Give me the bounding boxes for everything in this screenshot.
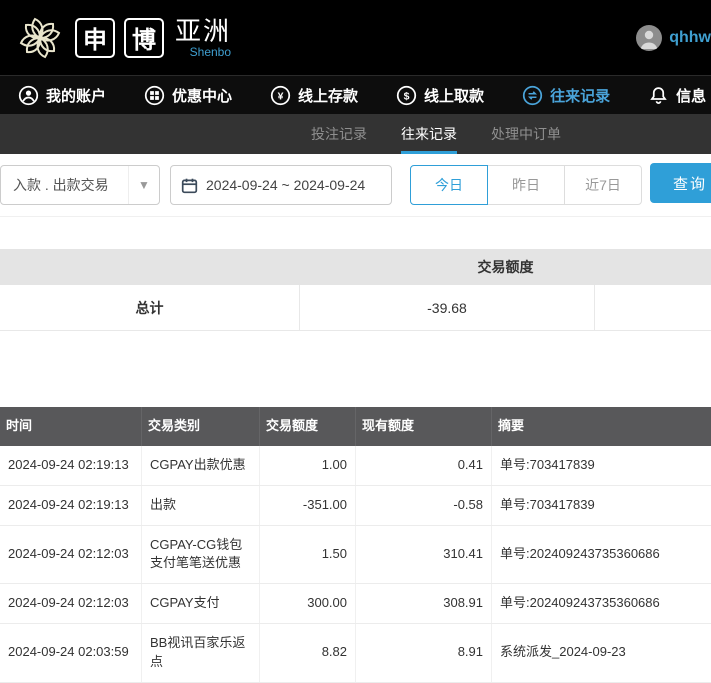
nav-item-messages[interactable]: 信息 xyxy=(648,85,706,106)
tab-processing-orders[interactable]: 处理中订单 xyxy=(491,114,561,154)
svg-text:¥: ¥ xyxy=(278,90,284,102)
cell-amount: -351.00 xyxy=(260,486,356,525)
cell-memo: 单号:202409243735360686 xyxy=(492,584,711,623)
main-nav: 我的账户 优惠中心 ¥ 线上存款 $ 线上取款 往来记录 xyxy=(0,75,711,114)
nav-item-label: 线上存款 xyxy=(298,85,358,106)
table-row: 2024-09-24 02:12:03 CGPAY-CG钱包支付笔笔送优惠 1.… xyxy=(0,526,711,585)
user-avatar-icon[interactable] xyxy=(636,25,662,51)
logo-flower-icon xyxy=(14,12,66,64)
nav-item-label: 往来记录 xyxy=(550,85,610,106)
logo-char-bo: 博 xyxy=(124,18,164,58)
cell-amount: 1.00 xyxy=(260,446,356,485)
table-row: 2024-09-24 02:19:13 CGPAY出款优惠 1.00 0.41 … xyxy=(0,446,711,486)
calendar-icon xyxy=(181,177,198,194)
logo-region-text: 亚洲 xyxy=(175,18,231,44)
quick-filter-yesterday[interactable]: 昨日 xyxy=(487,165,565,205)
logo-char-shen: 申 xyxy=(75,18,115,58)
summary-header-label: 交易额度 xyxy=(300,257,711,277)
nav-item-promotions[interactable]: 优惠中心 xyxy=(144,85,232,106)
nav-item-label: 线上取款 xyxy=(424,85,484,106)
search-button[interactable]: 查询 xyxy=(650,163,711,203)
cell-memo: 单号:202409243735360686 xyxy=(492,526,711,584)
cell-amount: 1.50 xyxy=(260,526,356,584)
table-header-row: 时间 交易类别 交易额度 现有额度 摘要 xyxy=(0,407,711,446)
username[interactable]: qhhw xyxy=(669,29,711,47)
logo[interactable]: 申 博 亚洲 Shenbo xyxy=(14,12,231,64)
cell-type: CGPAY支付 xyxy=(142,584,260,623)
cell-time: 2024-09-24 02:03:59 xyxy=(0,624,142,682)
summary-total-row: 总计 -39.68 xyxy=(0,285,711,331)
filter-bar: 入款 . 出款交易 ▼ 2024-09-24 ~ 2024-09-24 今日 昨… xyxy=(0,154,711,217)
cell-type: CGPAY出款优惠 xyxy=(142,446,260,485)
col-header-amount: 交易额度 xyxy=(260,407,356,446)
summary-total-label: 总计 xyxy=(0,285,300,330)
date-range-input[interactable]: 2024-09-24 ~ 2024-09-24 xyxy=(170,165,392,205)
table-row: 2024-09-24 02:12:03 CGPAY支付 300.00 308.9… xyxy=(0,584,711,624)
records-icon xyxy=(522,85,543,106)
bell-icon xyxy=(648,85,669,106)
user-icon xyxy=(18,85,39,106)
cell-balance: 0.41 xyxy=(356,446,492,485)
transaction-type-select[interactable]: 入款 . 出款交易 ▼ xyxy=(0,165,160,205)
deposit-icon: ¥ xyxy=(270,85,291,106)
table-body: 2024-09-24 02:19:13 CGPAY出款优惠 1.00 0.41 … xyxy=(0,446,711,683)
summary-row-pad xyxy=(595,285,711,330)
logo-subtitle: Shenbo xyxy=(190,46,231,58)
col-header-memo: 摘要 xyxy=(492,407,711,446)
cell-time: 2024-09-24 02:12:03 xyxy=(0,526,142,584)
nav-item-label: 我的账户 xyxy=(46,85,106,106)
nav-item-withdraw[interactable]: $ 线上取款 xyxy=(396,85,484,106)
date-range-value: 2024-09-24 ~ 2024-09-24 xyxy=(206,177,365,193)
col-header-time: 时间 xyxy=(0,407,142,446)
nav-item-my-account[interactable]: 我的账户 xyxy=(18,85,106,106)
table-row: 2024-09-24 02:03:59 BB视讯百家乐返点 8.82 8.91 … xyxy=(0,624,711,683)
tab-transaction-records[interactable]: 往来记录 xyxy=(401,114,457,154)
cell-type: BB视讯百家乐返点 xyxy=(142,624,260,682)
transactions-table: 时间 交易类别 交易额度 现有额度 摘要 2024-09-24 02:19:13… xyxy=(0,407,711,683)
summary-total-value: -39.68 xyxy=(300,285,595,330)
cell-memo: 单号:703417839 xyxy=(492,486,711,525)
cell-memo: 单号:703417839 xyxy=(492,446,711,485)
sub-nav: 投注记录 往来记录 处理中订单 xyxy=(0,114,711,154)
logo-region: 亚洲 Shenbo xyxy=(175,18,231,58)
quick-filter-group: 今日 昨日 近7日 xyxy=(410,165,642,205)
cell-type: 出款 xyxy=(142,486,260,525)
cell-balance: 8.91 xyxy=(356,624,492,682)
nav-item-deposit[interactable]: ¥ 线上存款 xyxy=(270,85,358,106)
top-bar: 申 博 亚洲 Shenbo qhhw xyxy=(0,0,711,75)
chevron-down-icon: ▼ xyxy=(128,166,159,204)
withdraw-icon: $ xyxy=(396,85,417,106)
cell-type: CGPAY-CG钱包支付笔笔送优惠 xyxy=(142,526,260,584)
cell-memo: 系统派发_2024-09-23 xyxy=(492,624,711,682)
transaction-type-value: 入款 . 出款交易 xyxy=(1,175,128,195)
quick-filter-today[interactable]: 今日 xyxy=(410,165,488,205)
nav-item-records[interactable]: 往来记录 xyxy=(522,85,610,106)
cell-amount: 300.00 xyxy=(260,584,356,623)
cell-time: 2024-09-24 02:19:13 xyxy=(0,486,142,525)
promo-icon xyxy=(144,85,165,106)
cell-time: 2024-09-24 02:12:03 xyxy=(0,584,142,623)
summary-table: 交易额度 总计 -39.68 xyxy=(0,249,711,331)
quick-filter-7days[interactable]: 近7日 xyxy=(564,165,642,205)
cell-amount: 8.82 xyxy=(260,624,356,682)
user-area[interactable]: qhhw xyxy=(636,25,711,51)
cell-time: 2024-09-24 02:19:13 xyxy=(0,446,142,485)
col-header-balance: 现有额度 xyxy=(356,407,492,446)
cell-balance: -0.58 xyxy=(356,486,492,525)
table-row: 2024-09-24 02:19:13 出款 -351.00 -0.58 单号:… xyxy=(0,486,711,526)
nav-item-label: 优惠中心 xyxy=(172,85,232,106)
tab-betting-records[interactable]: 投注记录 xyxy=(311,114,367,154)
nav-item-label: 信息 xyxy=(676,85,706,106)
summary-header-row: 交易额度 xyxy=(0,249,711,285)
cell-balance: 310.41 xyxy=(356,526,492,584)
cell-balance: 308.91 xyxy=(356,584,492,623)
svg-text:$: $ xyxy=(404,90,410,102)
col-header-type: 交易类别 xyxy=(142,407,260,446)
